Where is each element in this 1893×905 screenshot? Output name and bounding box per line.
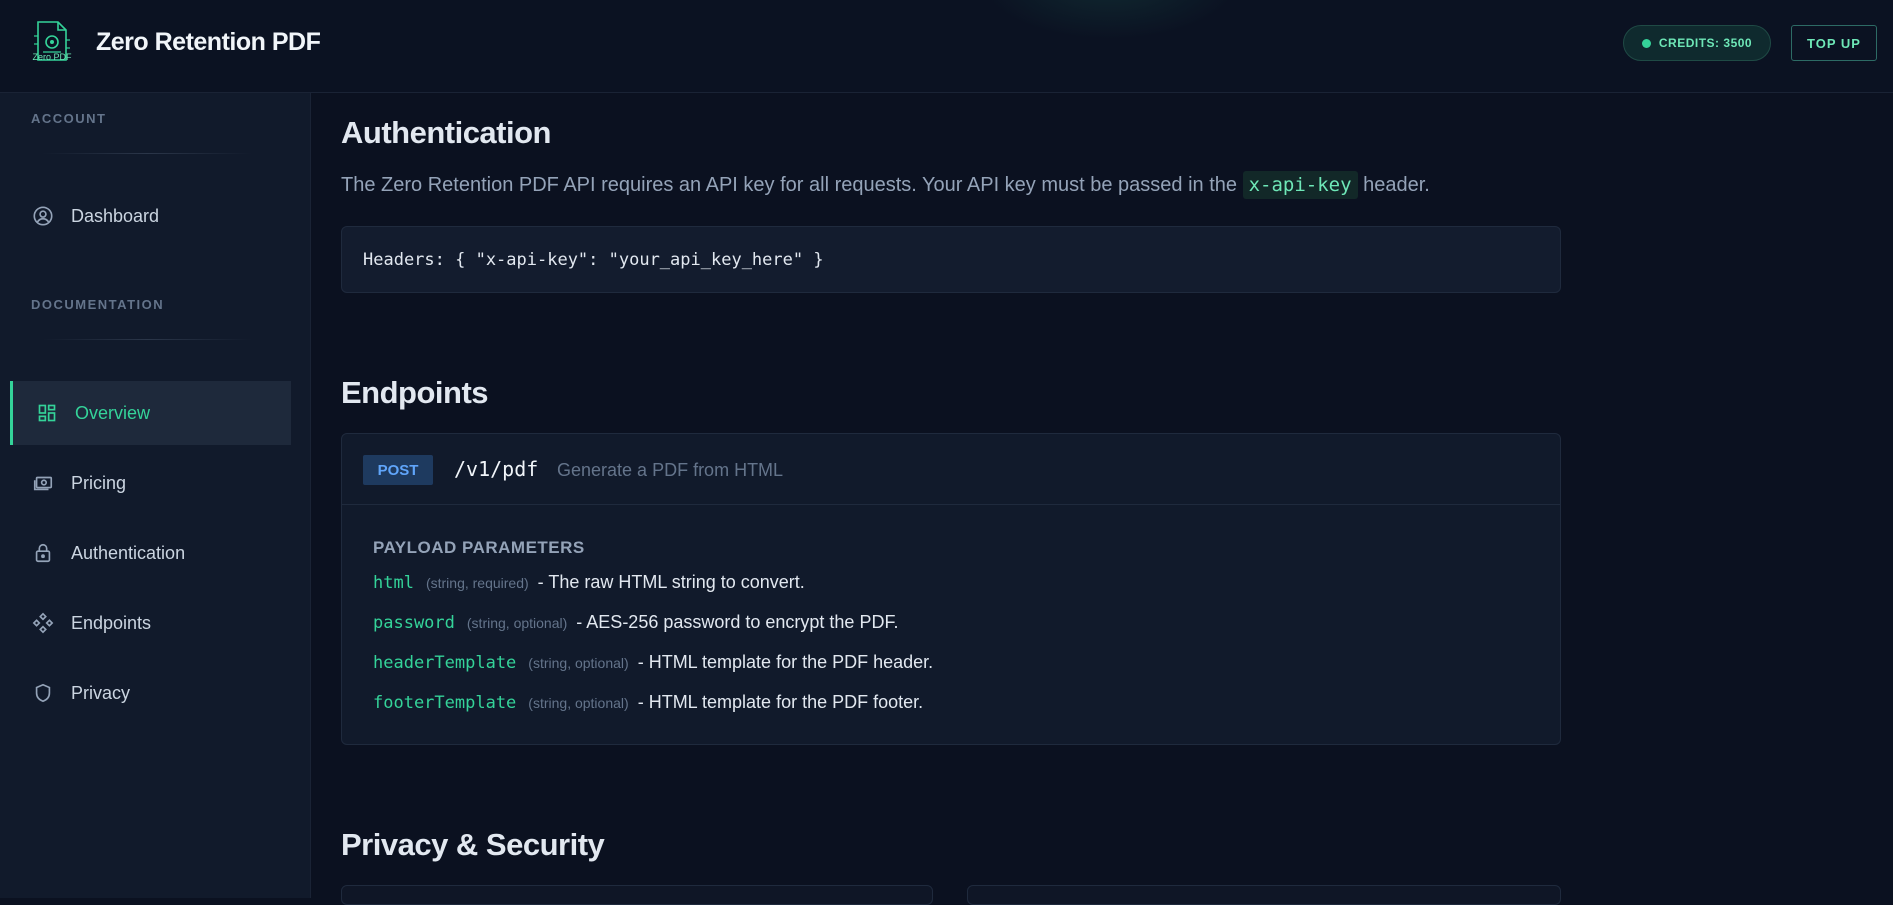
- authentication-description: The Zero Retention PDF API requires an A…: [341, 171, 1430, 199]
- top-bar: Zero PDF Zero Retention PDF CREDITS: 350…: [0, 0, 1893, 93]
- sidebar: ACCOUNT Dashboard DOCUMENTATION Overview…: [0, 93, 311, 898]
- param-name: html: [373, 573, 414, 593]
- param-name: password: [373, 613, 455, 633]
- credits-label: CREDITS: 3500: [1658, 36, 1753, 50]
- user-circle-icon: [31, 204, 55, 228]
- status-dot-icon: [1641, 38, 1651, 48]
- param-row: footerTemplate (string, optional) - HTML …: [373, 692, 923, 713]
- param-row: html (string, required) - The raw HTML st…: [373, 572, 805, 593]
- param-description: - The raw HTML string to convert.: [537, 572, 805, 592]
- method-badge: POST: [363, 455, 433, 485]
- sidebar-item-label: Pricing: [71, 472, 127, 493]
- endpoint-description: Generate a PDF from HTML: [557, 460, 784, 480]
- endpoint-card: POST /v1/pdf Generate a PDF from HTML PA…: [341, 433, 1561, 745]
- security-card: [967, 885, 1561, 905]
- sidebar-divider: [42, 339, 252, 340]
- sidebar-item-overview[interactable]: Overview: [10, 381, 291, 445]
- credits-badge: CREDITS: 3500: [1623, 25, 1771, 61]
- api-key-header-code: x-api-key: [1242, 171, 1358, 199]
- param-row: password (string, optional) - AES-256 pas…: [373, 612, 898, 633]
- headers-code: Headers: { "x-api-key": "your_api_key_he…: [363, 249, 824, 270]
- sidebar-item-label: Privacy: [71, 682, 131, 703]
- privacy-card: [341, 885, 933, 905]
- privacy-heading: Privacy & Security: [341, 827, 605, 862]
- logo-text: Zero PDF: [32, 52, 72, 62]
- sidebar-divider: [42, 153, 252, 154]
- sidebar-item-pricing[interactable]: Pricing: [10, 451, 291, 515]
- param-name: headerTemplate: [373, 653, 517, 673]
- auth-text-before: The Zero Retention PDF API requires an A…: [341, 174, 1243, 196]
- sidebar-section-account: ACCOUNT: [31, 111, 107, 126]
- param-name: footerTemplate: [373, 693, 517, 713]
- sidebar-item-label: Authentication: [71, 542, 186, 563]
- shield-icon: [31, 681, 55, 705]
- param-type: (string, optional): [528, 695, 629, 711]
- param-description: - HTML template for the PDF footer.: [637, 692, 924, 712]
- money-icon: [31, 471, 55, 495]
- sidebar-item-label: Dashboard: [71, 205, 160, 226]
- authentication-heading: Authentication: [341, 115, 552, 150]
- lock-icon: [31, 541, 55, 565]
- diamond-nodes-icon: [31, 611, 55, 635]
- endpoint-path: /v1/pdf: [454, 457, 539, 481]
- param-type: (string, required): [425, 575, 529, 591]
- endpoint-header[interactable]: POST /v1/pdf Generate a PDF from HTML: [342, 434, 1560, 505]
- sidebar-item-label: Overview: [75, 402, 151, 423]
- app-title: Zero Retention PDF: [96, 28, 321, 56]
- sidebar-item-authentication[interactable]: Authentication: [10, 521, 291, 585]
- param-description: - AES-256 password to encrypt the PDF.: [576, 612, 899, 632]
- endpoints-heading: Endpoints: [341, 375, 489, 410]
- param-type: (string, optional): [528, 655, 629, 671]
- sidebar-item-dashboard[interactable]: Dashboard: [10, 184, 291, 248]
- headers-code-block: Headers: { "x-api-key": "your_api_key_he…: [341, 226, 1561, 293]
- sidebar-item-label: Endpoints: [71, 612, 152, 633]
- sidebar-item-privacy[interactable]: Privacy: [10, 661, 291, 725]
- param-description: - HTML template for the PDF header.: [637, 652, 934, 672]
- sidebar-section-documentation: DOCUMENTATION: [31, 297, 165, 312]
- sidebar-item-endpoints[interactable]: Endpoints: [10, 591, 291, 655]
- param-row: headerTemplate (string, optional) - HTML …: [373, 652, 933, 673]
- header-glow: [980, 0, 1240, 40]
- param-type: (string, optional): [466, 615, 568, 631]
- top-up-button[interactable]: TOP UP: [1791, 25, 1877, 61]
- payload-parameters-title: PAYLOAD PARAMETERS: [373, 538, 585, 557]
- auth-text-after: header.: [1357, 174, 1430, 196]
- grid-icon: [35, 401, 59, 425]
